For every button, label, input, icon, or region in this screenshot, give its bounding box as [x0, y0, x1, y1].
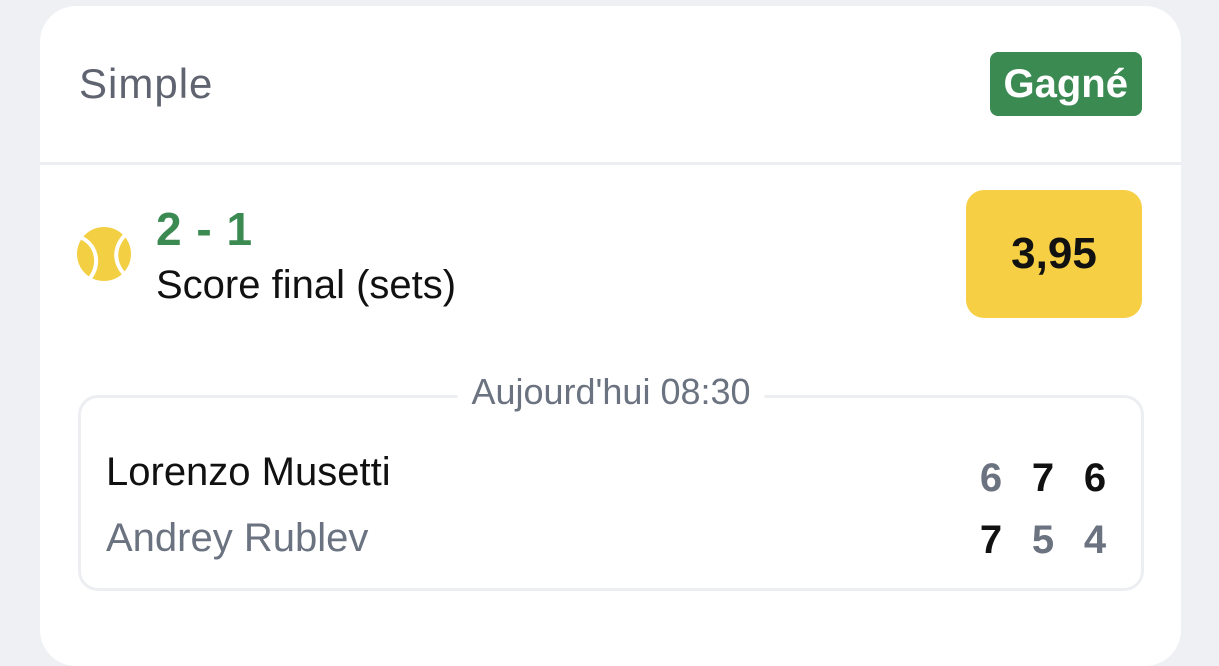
set-score: 6 — [979, 456, 1003, 500]
player-1-sets: 6 7 6 — [965, 456, 1121, 501]
odds-button[interactable]: 3,95 — [966, 190, 1142, 318]
bet-card-header: Simple Gagné — [40, 6, 1181, 165]
bet-card: Simple Gagné 2 - 1 Score final (sets) 3,… — [40, 6, 1181, 666]
set-score: 5 — [1031, 518, 1055, 562]
set-score: 7 — [1031, 456, 1055, 500]
player-name-1: Lorenzo Musetti — [106, 450, 391, 494]
player-name-2: Andrey Rublev — [106, 516, 369, 560]
match-box[interactable]: Aujourd'hui 08:30 Lorenzo Musetti Andrey… — [78, 371, 1144, 591]
set-score: 6 — [1083, 456, 1107, 500]
set-score: 4 — [1083, 518, 1107, 562]
set-score: 7 — [979, 518, 1003, 562]
tennis-ball-icon — [77, 227, 131, 281]
bet-type-label: Simple — [79, 60, 214, 107]
market-label: Score final (sets) — [156, 263, 457, 307]
selection-score: 2 - 1 — [156, 203, 254, 255]
player-2-sets: 7 5 4 — [965, 518, 1121, 563]
match-datetime: Aujourd'hui 08:30 — [457, 371, 765, 413]
status-badge: Gagné — [989, 52, 1142, 116]
